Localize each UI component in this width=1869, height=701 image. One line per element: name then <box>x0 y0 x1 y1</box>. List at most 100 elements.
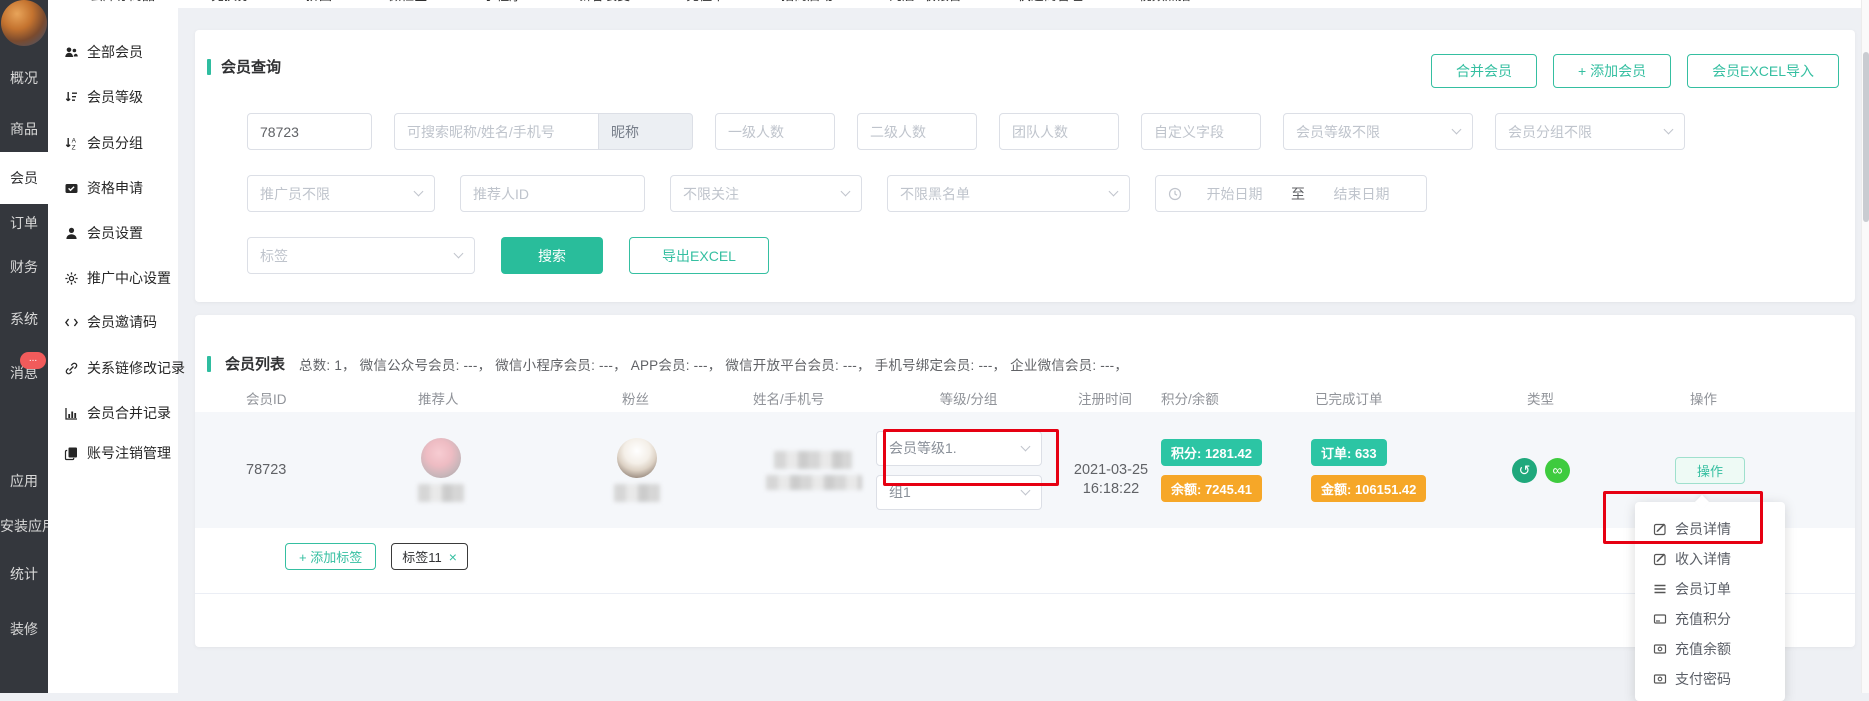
rail-item-members[interactable]: 会员 <box>0 152 48 204</box>
rail-item-install-apps[interactable]: 安装应用 <box>0 515 48 537</box>
topnav-item[interactable]: 小程序 <box>467 0 522 4</box>
topnav-item[interactable]: 门店+收银台 <box>873 0 962 4</box>
list-section-title: 会员列表 总数: 1， 微信公众号会员: ---， 微信小程序会员: ---， … <box>207 353 1128 374</box>
sidebar-item-invite-code[interactable]: 会员邀请码 <box>64 312 157 332</box>
rail-item-statistics[interactable]: 统计 <box>0 563 48 585</box>
sidebar-item-member-group[interactable]: AZ 会员分组 <box>64 133 143 153</box>
link-icon <box>64 361 79 376</box>
orders-badge: 订单: 633 <box>1311 439 1387 466</box>
sidebar-item-relation-log[interactable]: 关系链修改记录 <box>64 358 185 378</box>
follow-select[interactable]: 不限关注 <box>670 175 862 212</box>
rail-item-decorate[interactable]: 装修 <box>0 618 48 640</box>
level1-count-input[interactable] <box>715 113 835 150</box>
export-excel-button[interactable]: 导出EXCEL <box>629 237 769 274</box>
menu-item-member-orders[interactable]: 会员订单 <box>1635 574 1785 604</box>
query-actions: 合并会员 + 添加会员 会员EXCEL导入 <box>1431 54 1839 88</box>
member-level-select[interactable]: 会员等级不限 <box>1283 113 1473 150</box>
sidebar-item-account-cancel[interactable]: 账号注销管理 <box>64 443 171 463</box>
team-count-input[interactable] <box>999 113 1119 150</box>
topnav-item[interactable]: 新客裂变 <box>562 0 630 4</box>
topnav-item[interactable]: 充值卡 <box>670 0 725 4</box>
row-level-group-cell: 会员等级1. 组1 <box>876 431 1061 510</box>
rail-item-apps[interactable]: 应用 <box>0 470 48 492</box>
level2-count-input[interactable] <box>857 113 977 150</box>
col-header-name-phone: 姓名/手机号 <box>741 388 876 408</box>
row-points-balance-cell: 积分: 1281.42 余额: 7245.41 <box>1161 439 1311 502</box>
excel-import-button[interactable]: 会员EXCEL导入 <box>1687 54 1839 88</box>
date-range-picker[interactable]: 开始日期 至 结束日期 <box>1155 175 1427 212</box>
topnav-item[interactable]: 快递商管理 <box>1002 0 1083 4</box>
section-accent-bar <box>207 59 211 75</box>
row-fans-cell <box>596 438 741 502</box>
person-icon <box>64 226 79 241</box>
topnav-item[interactable]: 拼团 <box>290 0 332 4</box>
member-id-input[interactable] <box>247 113 372 150</box>
menu-item-member-detail[interactable]: 会员详情 <box>1635 514 1785 544</box>
sort-level-icon <box>64 90 79 105</box>
custom-field-input[interactable] <box>1141 113 1261 150</box>
chevron-down-icon <box>1452 125 1462 135</box>
col-header-fans: 粉丝 <box>596 388 741 408</box>
tag-close-icon[interactable]: × <box>449 549 457 565</box>
vertical-scrollbar[interactable] <box>1861 0 1869 693</box>
blacklist-select[interactable]: 不限黑名单 <box>887 175 1130 212</box>
member-sidebar: 全部会员 会员等级 AZ 会员分组 资格申请 会员设置 推广中心设置 会员邀请码… <box>48 8 178 693</box>
rail-item-system[interactable]: 系统 <box>0 308 48 330</box>
fan-avatar[interactable] <box>617 438 657 478</box>
col-header-level-group: 等级/分组 <box>876 388 1061 408</box>
merge-member-button[interactable]: 合并会员 <box>1431 54 1537 88</box>
topnav-item[interactable]: 云库存商品 <box>74 0 155 4</box>
row-level-select[interactable]: 会员等级1. <box>876 431 1042 466</box>
row-orders-cell: 订单: 633 金额: 106151.42 <box>1311 439 1507 502</box>
promoter-select[interactable]: 推广员不限 <box>247 175 435 212</box>
keyword-search-input[interactable] <box>394 113 599 150</box>
tag-label: 标签11 <box>402 547 442 566</box>
start-date-input[interactable]: 开始日期 <box>1182 184 1287 204</box>
rail-item-products[interactable]: 商品 <box>0 118 48 140</box>
col-header-actions: 操作 <box>1667 388 1855 408</box>
search-type-select[interactable]: 昵称 <box>598 113 693 150</box>
menu-item-pay-password[interactable]: 支付密码 <box>1635 664 1785 694</box>
member-stats-text: 总数: 1， 微信公众号会员: ---， 微信小程序会员: ---， APP会员… <box>299 354 1128 374</box>
sidebar-item-all-members[interactable]: 全部会员 <box>64 42 143 62</box>
menu-item-recharge-points[interactable]: 充值积分 <box>1635 604 1785 634</box>
tag-select[interactable]: 标签 <box>247 237 475 274</box>
amount-badge: 金额: 106151.42 <box>1311 475 1426 502</box>
filter-row-1: 昵称 会员等级不限 会员分组不限 <box>247 113 1685 150</box>
menu-item-recharge-balance[interactable]: 充值余额 <box>1635 634 1785 664</box>
referrer-id-input[interactable] <box>460 175 645 212</box>
row-group-select[interactable]: 组1 <box>876 475 1042 510</box>
svg-text:Z: Z <box>72 144 76 151</box>
rail-item-orders[interactable]: 订单 <box>0 212 48 234</box>
users-icon <box>64 45 79 60</box>
name-blurred <box>774 451 852 469</box>
qualification-icon <box>64 181 79 196</box>
sidebar-item-member-settings[interactable]: 会员设置 <box>64 223 143 243</box>
sidebar-item-promotion-settings[interactable]: 推广中心设置 <box>64 268 171 288</box>
row-action-button[interactable]: 操作 <box>1675 457 1745 484</box>
sidebar-item-member-level[interactable]: 会员等级 <box>64 87 143 107</box>
wechat-official-icon: ↺ <box>1512 458 1537 483</box>
menu-item-income-detail[interactable]: 收入详情 <box>1635 544 1785 574</box>
search-button[interactable]: 搜索 <box>501 237 603 274</box>
sidebar-item-qualification[interactable]: 资格申请 <box>64 178 143 198</box>
topnav-item[interactable]: 微社区 <box>372 0 427 4</box>
rail-item-finance[interactable]: 财务 <box>0 256 48 278</box>
chevron-down-icon <box>841 187 851 197</box>
rail-item-overview[interactable]: 概况 <box>0 67 48 89</box>
sidebar-item-merge-log[interactable]: 会员合并记录 <box>64 403 171 423</box>
topnav-item[interactable]: 招商启动 <box>765 0 833 4</box>
topnav-item[interactable]: 兑换券 <box>195 0 250 4</box>
money-icon <box>1653 642 1667 656</box>
app-logo-avatar[interactable] <box>1 0 47 46</box>
topnav-item[interactable]: 视频点播 <box>1123 0 1191 4</box>
add-member-button[interactable]: + 添加会员 <box>1553 54 1671 88</box>
register-time: 16:18:22 <box>1061 480 1161 499</box>
end-date-input[interactable]: 结束日期 <box>1309 184 1414 204</box>
add-tag-button[interactable]: + 添加标签 <box>285 543 376 570</box>
card-icon <box>1653 612 1667 626</box>
member-group-select[interactable]: 会员分组不限 <box>1495 113 1685 150</box>
referrer-avatar[interactable] <box>421 438 461 478</box>
register-date: 2021-03-25 <box>1061 461 1161 480</box>
scrollbar-thumb[interactable] <box>1863 52 1869 222</box>
